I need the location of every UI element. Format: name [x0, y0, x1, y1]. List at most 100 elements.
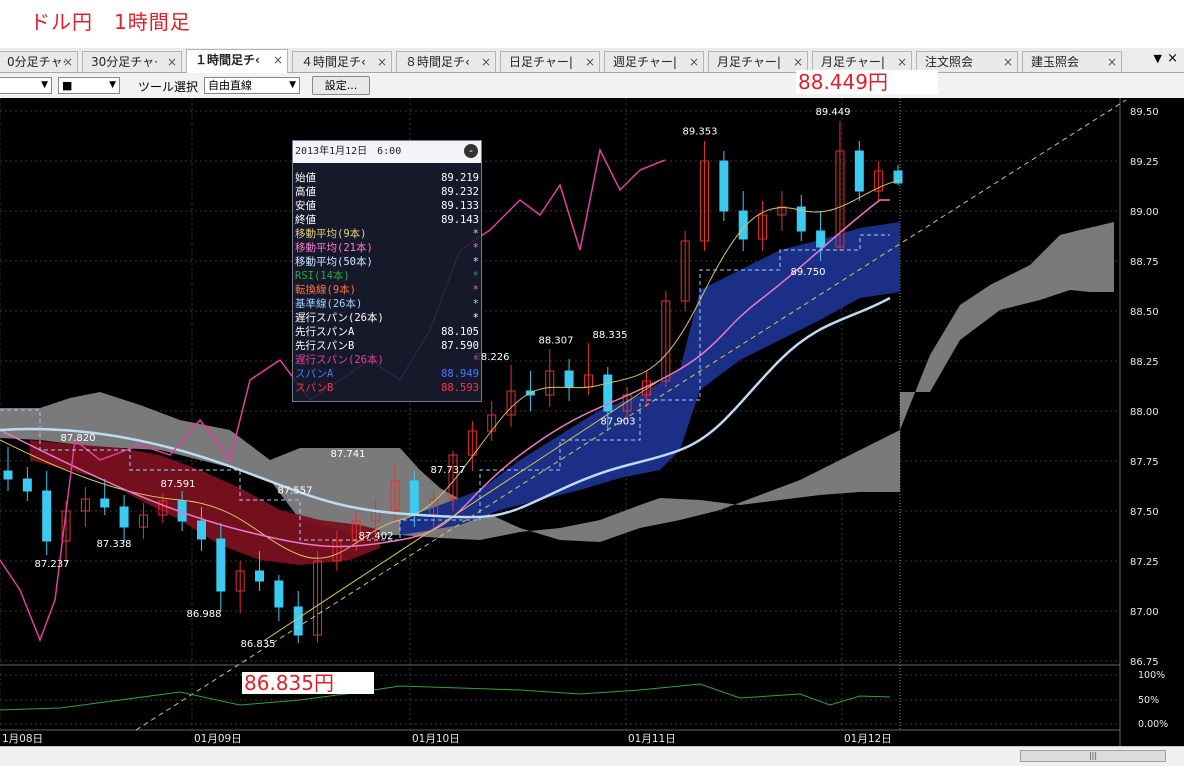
- y-tick-label: 88.50: [1130, 307, 1159, 318]
- info-row: 遅行スパン(26本) *: [293, 311, 481, 325]
- info-row-value: *: [472, 284, 479, 296]
- chart-svg[interactable]: 89.50 89.25 89.00 88.75 88.50 88.25 88.00 87.75…: [0, 98, 1184, 746]
- page-title: ドル円 1時間足: [30, 10, 191, 34]
- close-icon[interactable]: ×: [793, 52, 803, 72]
- price-annotation: 87.591: [161, 479, 196, 490]
- info-row: 高値 89.232: [293, 185, 481, 199]
- candle-body: [100, 498, 110, 508]
- y-tick-label: 89.00: [1130, 207, 1159, 218]
- price-annotation: 87.557: [278, 486, 313, 497]
- price-annotation: 87.737: [431, 465, 466, 476]
- info-row-value: 89.232: [441, 186, 479, 198]
- y-tick-label: 87.75: [1130, 457, 1159, 468]
- close-icon[interactable]: ×: [377, 52, 387, 72]
- info-row-value: 88.105: [441, 326, 479, 338]
- info-row-value: *: [472, 270, 479, 282]
- tool-select-label: ツール選択: [138, 80, 199, 94]
- info-row: 先行スパンA 88.105: [293, 325, 481, 339]
- close-icon[interactable]: ×: [167, 52, 177, 72]
- close-icon[interactable]: ×: [1167, 51, 1178, 66]
- price-annotation: 87.741: [331, 449, 366, 460]
- collapse-icon[interactable]: -: [464, 144, 478, 158]
- close-icon[interactable]: ×: [273, 50, 283, 70]
- info-row-label: RSI(14本): [295, 270, 350, 282]
- tool-select[interactable]: 自由直線 ▼: [204, 77, 300, 94]
- x-tick-label: 01月09日: [194, 733, 242, 745]
- close-icon[interactable]: ×: [1107, 52, 1117, 72]
- y-tick-label: 88.25: [1130, 357, 1159, 368]
- marker-select[interactable]: ■ ▼: [58, 77, 120, 94]
- tab-monthly-chart[interactable]: 月足チャー| ×: [708, 51, 808, 72]
- horizontal-scrollbar[interactable]: |||: [0, 746, 1184, 766]
- tab-bar: 0分足チャ· × 30分足チャ· × １時間足チ‹ × ４時間足チ‹ × ８時間足チ‹ ×…: [0, 48, 1184, 73]
- info-row-value: 89.143: [441, 214, 479, 226]
- info-row-label: 移動平均(21本): [295, 242, 373, 254]
- tab-daily-chart[interactable]: 日足チャー| ×: [500, 51, 600, 72]
- info-row-value: *: [472, 256, 479, 268]
- price-annotation: 89.353: [683, 126, 718, 137]
- x-tick-label: 01月11日: [628, 733, 676, 745]
- info-row: 転換線(9本) *: [293, 283, 481, 297]
- close-icon[interactable]: ×: [481, 52, 491, 72]
- info-row: 移動平均(21本) *: [293, 241, 481, 255]
- chart-toolbar: ▼ ■ ▼ ツール選択 自由直線 ▼ 設定...: [0, 73, 1184, 99]
- close-icon[interactable]: ×: [63, 52, 73, 72]
- rsi-tick-label: 50%: [1138, 695, 1159, 706]
- info-row: 先行スパンB 87.590: [293, 339, 481, 353]
- settings-button[interactable]: 設定...: [312, 76, 370, 95]
- tab-4hour-chart[interactable]: ４時間足チ‹ ×: [292, 51, 392, 72]
- info-row-value: *: [472, 298, 479, 310]
- chevron-down-icon: ▼: [289, 80, 296, 90]
- y-tick-label: 87.00: [1130, 607, 1159, 618]
- tab-8hour-chart[interactable]: ８時間足チ‹ ×: [396, 51, 496, 72]
- info-row-label: 転換線(9本): [295, 284, 356, 296]
- info-row-label: 安値: [295, 200, 316, 212]
- info-row-value: *: [472, 354, 479, 366]
- candle-body: [564, 370, 574, 388]
- scrollbar-thumb[interactable]: |||: [1020, 750, 1166, 762]
- info-row-value: 89.219: [441, 172, 479, 184]
- candle-body: [293, 606, 303, 636]
- tab-30min-chart[interactable]: 30分足チャ· ×: [82, 51, 182, 72]
- x-tick-label: 01月10日: [412, 733, 460, 745]
- tab-position-inquiry[interactable]: 建玉照会 ×: [1022, 51, 1122, 72]
- tab-10min-chart[interactable]: 0分足チャ· ×: [0, 51, 78, 72]
- info-row-label: 始値: [295, 172, 316, 184]
- info-row-label: 先行スパンB: [295, 340, 355, 352]
- candle-body: [216, 538, 226, 592]
- price-chart[interactable]: 89.50 89.25 89.00 88.75 88.50 88.25 88.00 87.75…: [0, 98, 1184, 746]
- info-row: スパンB 88.593: [293, 381, 481, 395]
- period-select[interactable]: ▼: [0, 77, 52, 94]
- info-row-label: 移動平均(9本): [295, 228, 367, 240]
- close-icon[interactable]: ×: [1003, 52, 1013, 72]
- rsi-tick-label: 100%: [1138, 670, 1165, 681]
- candle-body: [409, 480, 419, 516]
- info-row-label: 移動平均(50本): [295, 256, 373, 268]
- price-annotation: 89.750: [791, 267, 826, 278]
- tab-order-inquiry[interactable]: 注文照会 ×: [916, 51, 1018, 72]
- info-row-label: 遅行スパン(26本): [295, 312, 384, 324]
- tab-1hour-chart[interactable]: １時間足チ‹ ×: [186, 49, 288, 73]
- price-annotation: 89.449: [816, 107, 851, 118]
- close-icon[interactable]: ×: [897, 52, 907, 72]
- info-row-value: 87.590: [441, 340, 479, 352]
- price-annotation: 87.338: [97, 539, 132, 550]
- info-row: 安値 89.133: [293, 199, 481, 213]
- price-annotation: 86.835: [241, 639, 276, 650]
- info-row-label: 基準線(26本): [295, 298, 363, 310]
- y-tick-label: 89.50: [1130, 107, 1159, 118]
- info-row-value: *: [472, 312, 479, 324]
- tab-weekly-chart[interactable]: 週足チャー| ×: [604, 51, 704, 72]
- price-annotation: 88.335: [593, 330, 628, 341]
- close-icon[interactable]: ×: [689, 52, 699, 72]
- rsi-tick-label: 0.00%: [1138, 719, 1168, 730]
- close-icon[interactable]: ×: [585, 52, 595, 72]
- tab-monthly-chart-2[interactable]: 月足チャー| ×: [812, 51, 912, 72]
- info-row: 移動平均(9本) *: [293, 227, 481, 241]
- y-tick-label: 87.50: [1130, 507, 1159, 518]
- y-tick-label: 88.75: [1130, 257, 1159, 268]
- candle-body: [196, 520, 206, 540]
- info-row-label: スパンB: [295, 382, 334, 394]
- tab-menu-icon[interactable]: ▼: [1154, 52, 1162, 65]
- info-row-value: *: [472, 242, 479, 254]
